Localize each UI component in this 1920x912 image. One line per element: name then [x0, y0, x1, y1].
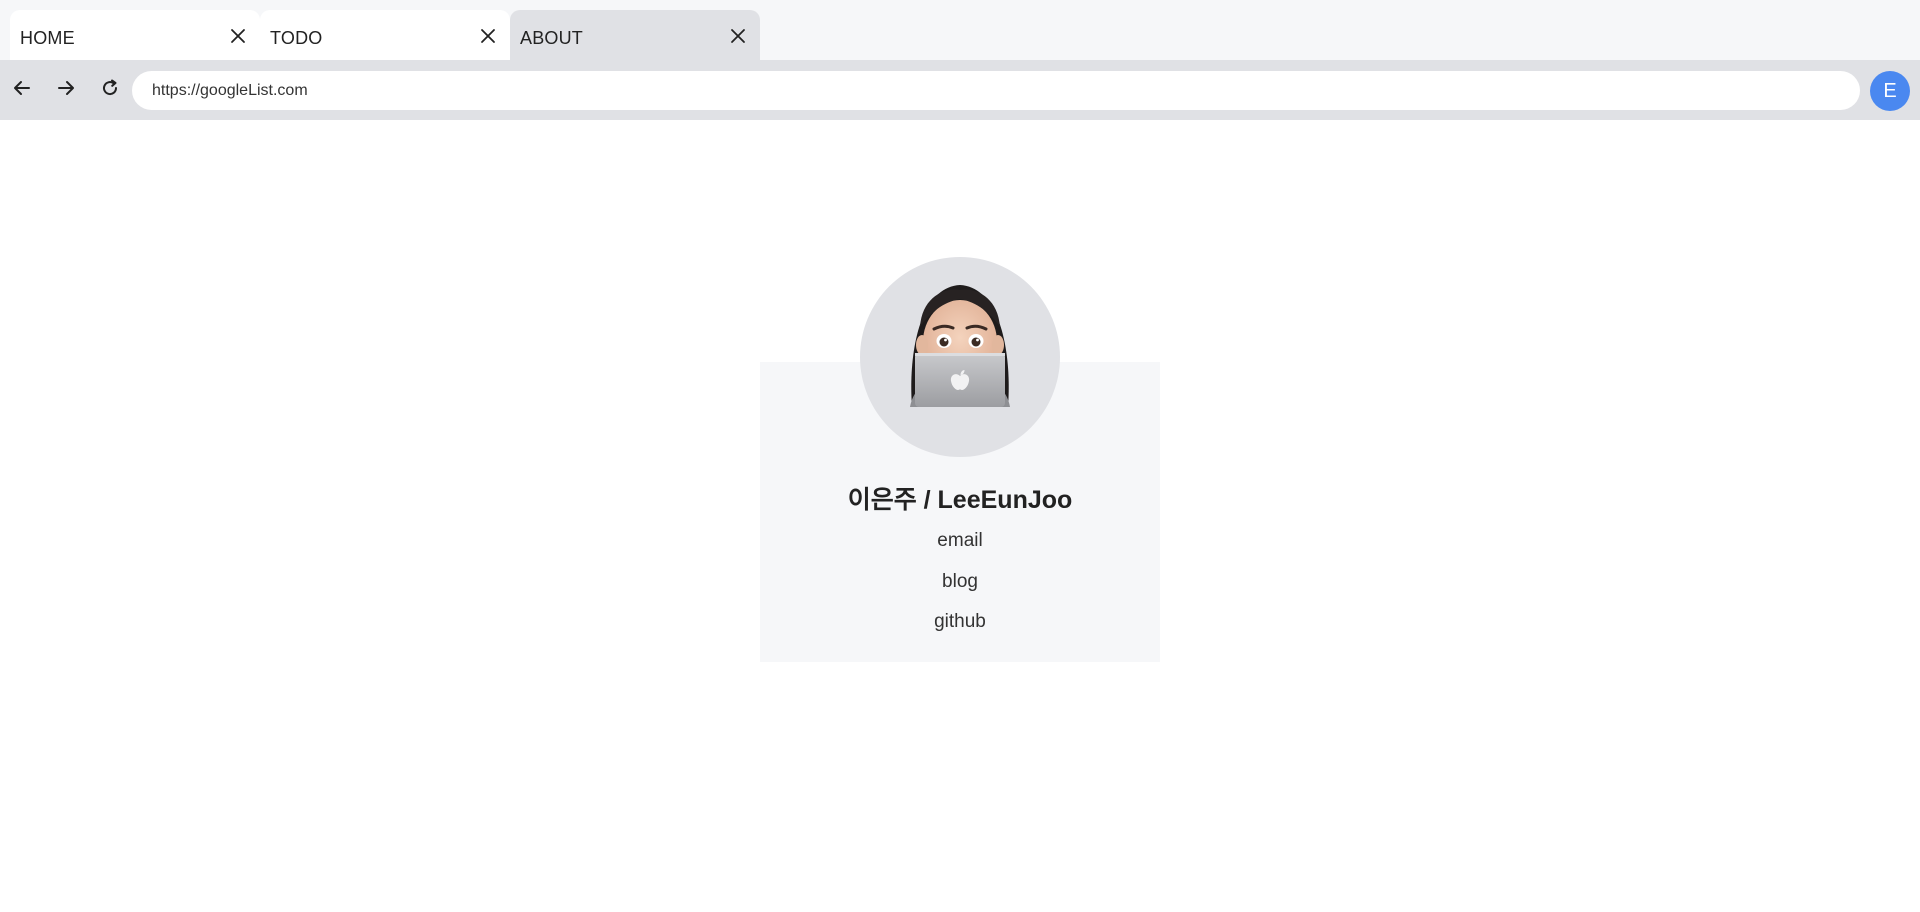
close-icon[interactable]: [726, 24, 750, 48]
tab-strip: HOME TODO ABOUT: [0, 0, 1920, 60]
profile-initial: E: [1883, 79, 1897, 102]
forward-button[interactable]: [52, 76, 80, 104]
tab-home[interactable]: HOME: [10, 10, 260, 60]
tab-about[interactable]: ABOUT: [510, 10, 760, 60]
tab-label: HOME: [20, 27, 75, 48]
profile-name: 이은주 / LeeEunJoo: [847, 486, 1073, 514]
url-text: https://googleList.com: [152, 81, 308, 99]
reload-button[interactable]: [96, 76, 124, 104]
address-bar[interactable]: https://googleList.com: [132, 71, 1860, 110]
back-button[interactable]: [8, 76, 36, 104]
close-icon[interactable]: [476, 24, 500, 48]
tab-label: TODO: [270, 27, 323, 48]
blog-link[interactable]: blog: [760, 571, 1160, 593]
tab-label: ABOUT: [520, 27, 584, 48]
github-link[interactable]: github: [760, 611, 1160, 633]
browser-toolbar: https://googleList.com E: [0, 60, 1920, 120]
reload-icon: [100, 78, 120, 103]
arrow-left-icon: [12, 78, 32, 103]
avatar: [860, 257, 1060, 457]
email-link[interactable]: email: [760, 530, 1160, 552]
profile-button[interactable]: E: [1870, 71, 1910, 111]
arrow-right-icon: [56, 78, 76, 103]
tab-todo[interactable]: TODO: [260, 10, 510, 60]
close-icon[interactable]: [226, 24, 250, 48]
memoji-with-laptop-image: [910, 285, 1010, 407]
